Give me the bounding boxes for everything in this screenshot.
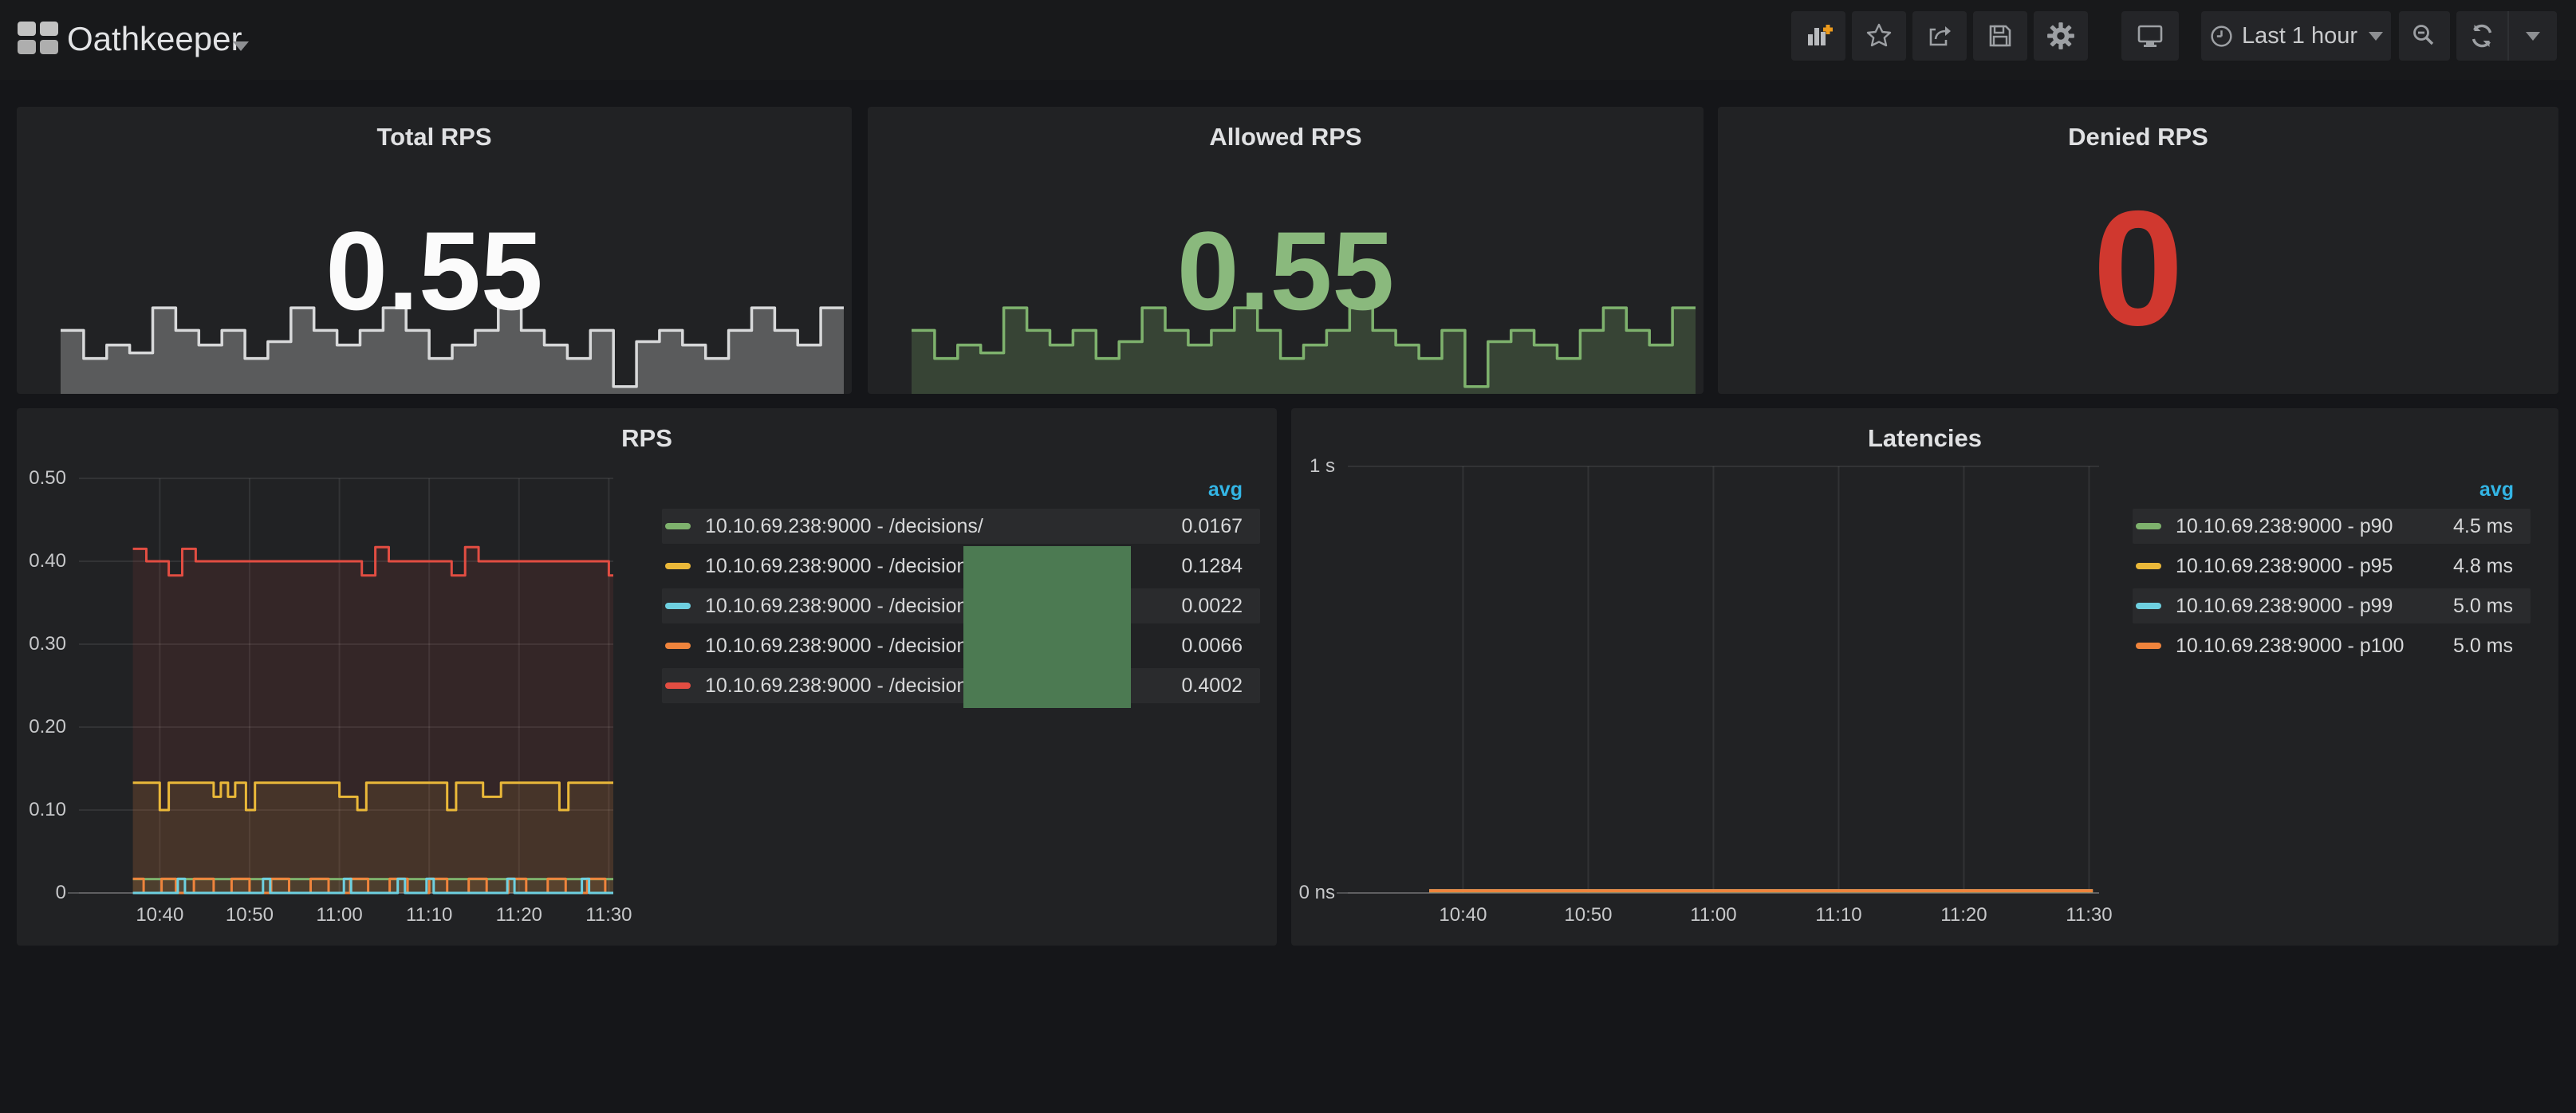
x-axis-tick: 11:30 bbox=[561, 904, 656, 926]
series-avg-value: 4.8 ms bbox=[2453, 555, 2513, 578]
legend-row[interactable]: 10.10.69.238:9000 - /decisions/0.0066 bbox=[662, 628, 1260, 663]
panel-latencies: Latencies avg 10.10.69.238:9000 - p90 4.5… bbox=[1291, 408, 2558, 946]
monitor-icon bbox=[2135, 22, 2165, 50]
legend-row[interactable]: 10.10.69.238:9000 - /decisions/0.0022 bbox=[662, 588, 1260, 623]
series-color-marker[interactable] bbox=[2136, 603, 2161, 609]
denied-rps-value: 0 bbox=[1718, 187, 2558, 350]
panel-title[interactable]: Total RPS bbox=[17, 123, 852, 151]
chevron-down-icon bbox=[2526, 32, 2540, 41]
time-range-label: Last 1 hour bbox=[2242, 23, 2357, 49]
series-color-marker[interactable] bbox=[665, 603, 691, 609]
save-icon bbox=[1986, 22, 2015, 50]
y-axis-tick: 1 s bbox=[1291, 455, 1335, 478]
cycle-view-button[interactable] bbox=[2121, 11, 2179, 61]
x-axis-tick: 11:10 bbox=[1790, 904, 1886, 926]
navbar: Oathkeeper bbox=[0, 0, 2576, 80]
panel-allowed-rps: Allowed RPS 0.55 bbox=[868, 107, 1704, 394]
apps-grid-icon[interactable] bbox=[18, 22, 57, 55]
settings-button[interactable] bbox=[2034, 11, 2088, 61]
grafana-dashboard: Oathkeeper bbox=[0, 0, 2576, 1113]
time-range-picker[interactable]: Last 1 hour bbox=[2201, 11, 2391, 61]
x-axis-tick: 11:00 bbox=[1665, 904, 1761, 926]
share-button[interactable] bbox=[1912, 11, 1967, 61]
legend-row[interactable]: 10.10.69.238:9000 - /decisions/0.0167 bbox=[662, 509, 1260, 544]
refresh-icon bbox=[2468, 22, 2496, 50]
series-avg-value: 0.0066 bbox=[1182, 635, 1243, 658]
series-label[interactable]: 10.10.69.238:9000 - p90 bbox=[2176, 515, 2437, 538]
save-button[interactable] bbox=[1973, 11, 2027, 61]
series-label[interactable]: 10.10.69.238:9000 - p99 bbox=[2176, 595, 2437, 618]
rps-legend: 10.10.69.238:9000 - /decisions/0.016710.… bbox=[662, 509, 1260, 708]
x-axis-tick: 10:50 bbox=[202, 904, 297, 926]
x-axis-tick: 11:20 bbox=[471, 904, 567, 926]
series-color-marker[interactable] bbox=[665, 682, 691, 689]
legend-row[interactable]: 10.10.69.238:9000 - p100 5.0 ms bbox=[2133, 628, 2531, 663]
legend-avg-header[interactable]: avg bbox=[662, 478, 1243, 501]
chevron-down-icon bbox=[2369, 32, 2383, 41]
x-axis-tick: 11:10 bbox=[381, 904, 477, 926]
series-label[interactable]: 10.10.69.238:9000 - /decisions/ bbox=[705, 515, 1166, 538]
series-color-marker[interactable] bbox=[665, 643, 691, 649]
series-avg-value: 0.4002 bbox=[1182, 674, 1243, 698]
legend-row[interactable]: 10.10.69.238:9000 - /decisions/0.1284 bbox=[662, 549, 1260, 584]
y-axis-tick: 0.50 bbox=[17, 467, 66, 490]
series-avg-value: 0.0167 bbox=[1182, 515, 1243, 538]
series-color-marker[interactable] bbox=[665, 523, 691, 529]
legend-row[interactable]: 10.10.69.238:9000 - p95 4.8 ms bbox=[2133, 549, 2531, 584]
gear-icon bbox=[2046, 21, 2076, 51]
panel-title[interactable]: Latencies bbox=[1291, 424, 2558, 453]
series-avg-value: 5.0 ms bbox=[2453, 635, 2513, 658]
refresh-button[interactable] bbox=[2456, 11, 2507, 61]
refresh-interval-button[interactable] bbox=[2507, 11, 2557, 61]
series-color-marker[interactable] bbox=[2136, 563, 2161, 569]
panel-title[interactable]: Allowed RPS bbox=[868, 123, 1704, 151]
star-button[interactable] bbox=[1852, 11, 1906, 61]
panel-denied-rps: Denied RPS 0 bbox=[1718, 107, 2558, 394]
series-avg-value: 5.0 ms bbox=[2453, 595, 2513, 618]
y-axis-tick: 0.10 bbox=[17, 799, 66, 821]
x-axis-tick: 11:30 bbox=[2041, 904, 2137, 926]
series-avg-value: 0.0022 bbox=[1182, 595, 1243, 618]
series-color-marker[interactable] bbox=[665, 563, 691, 569]
green-overlay-box bbox=[963, 546, 1131, 708]
series-color-marker[interactable] bbox=[2136, 643, 2161, 649]
series-avg-value: 0.1284 bbox=[1182, 555, 1243, 578]
chevron-down-icon[interactable] bbox=[233, 41, 249, 51]
latencies-legend: 10.10.69.238:9000 - p904.5 ms10.10.69.23… bbox=[2133, 509, 2531, 668]
legend-row[interactable]: 10.10.69.238:9000 - p99 5.0 ms bbox=[2133, 588, 2531, 623]
x-axis-tick: 11:00 bbox=[292, 904, 388, 926]
zoom-out-icon bbox=[2410, 22, 2439, 50]
y-axis-tick: 0.30 bbox=[17, 633, 66, 655]
x-axis-tick: 10:40 bbox=[1415, 904, 1511, 926]
x-axis-tick: 11:20 bbox=[1916, 904, 2011, 926]
y-axis-tick: 0 ns bbox=[1291, 882, 1335, 904]
star-icon bbox=[1865, 22, 1893, 50]
x-axis-tick: 10:40 bbox=[112, 904, 207, 926]
add-panel-icon bbox=[1802, 21, 1834, 51]
share-icon bbox=[1925, 22, 1954, 50]
series-label[interactable]: 10.10.69.238:9000 - p100 bbox=[2176, 635, 2437, 658]
total-rps-value: 0.55 bbox=[17, 215, 852, 327]
legend-avg-header[interactable]: avg bbox=[2133, 478, 2514, 501]
y-axis-tick: 0.40 bbox=[17, 550, 66, 572]
x-axis-tick: 10:50 bbox=[1540, 904, 1636, 926]
clock-icon bbox=[2209, 24, 2234, 49]
series-avg-value: 4.5 ms bbox=[2453, 515, 2513, 538]
y-axis-tick: 0.20 bbox=[17, 716, 66, 738]
panel-title[interactable]: RPS bbox=[17, 424, 1277, 453]
legend-row[interactable]: 10.10.69.238:9000 - /decisions/0.4002 bbox=[662, 668, 1260, 703]
panel-title[interactable]: Denied RPS bbox=[1718, 123, 2558, 151]
add-panel-button[interactable] bbox=[1791, 11, 1845, 61]
panel-total-rps: Total RPS 0.55 bbox=[17, 107, 852, 394]
y-axis-tick: 0 bbox=[17, 882, 66, 904]
allowed-rps-value: 0.55 bbox=[868, 215, 1704, 327]
dashboard-title[interactable]: Oathkeeper bbox=[67, 19, 242, 59]
series-label[interactable]: 10.10.69.238:9000 - p95 bbox=[2176, 555, 2437, 578]
series-color-marker[interactable] bbox=[2136, 523, 2161, 529]
legend-row[interactable]: 10.10.69.238:9000 - p90 4.5 ms bbox=[2133, 509, 2531, 544]
zoom-out-button[interactable] bbox=[2399, 11, 2450, 61]
